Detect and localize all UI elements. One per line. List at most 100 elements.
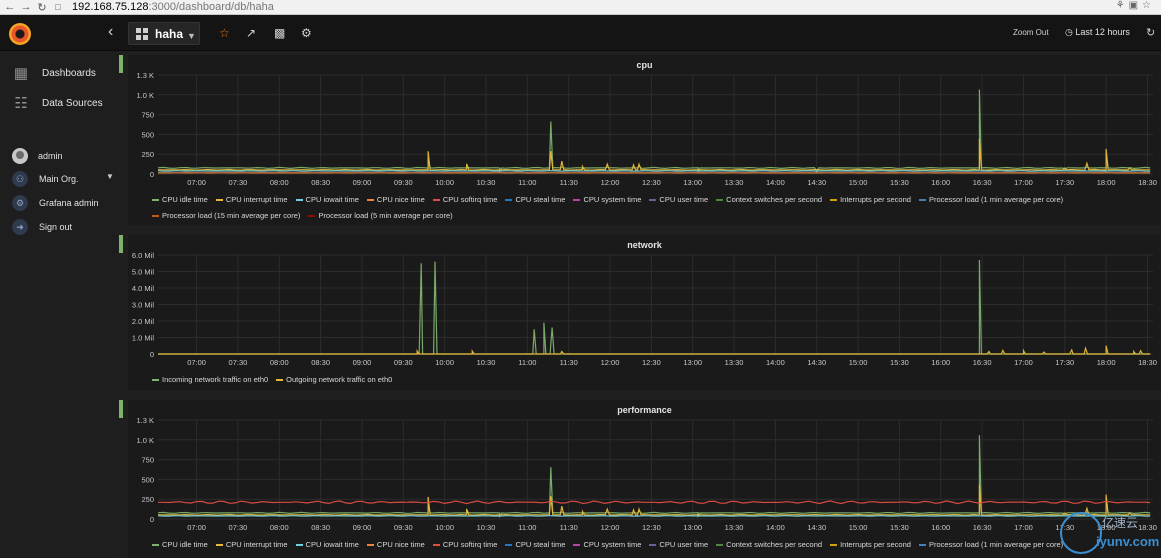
x-tick-label: 14:30 — [807, 523, 826, 532]
legend-item[interactable]: CPU iowait time — [295, 537, 359, 553]
legend-item[interactable]: CPU softirq time — [432, 537, 497, 553]
bookmark-star-icon[interactable]: ☆ — [1142, 0, 1155, 11]
legend-swatch — [366, 543, 374, 546]
legend-item[interactable]: CPU user time — [649, 537, 708, 553]
graph-panel-cpu[interactable]: cpu 0 250 500 750 1.0 K 1.3 K 07:00 07:30 08:00 0… — [128, 55, 1161, 225]
url-field[interactable]: 192.168.75.128:3000/dashboard/db/haha — [72, 1, 274, 13]
star-icon[interactable]: ☆ — [219, 26, 230, 40]
x-tick-label: 08:30 — [311, 358, 330, 367]
sidebar: ▦ Dashboards ☷ Data Sources admin ⚇ Main… — [0, 51, 119, 558]
legend-label: CPU system time — [583, 540, 642, 549]
legend-swatch — [366, 198, 374, 201]
caret-down-icon: ▼ — [187, 30, 196, 41]
x-tick-label: 10:00 — [435, 523, 454, 532]
legend-swatch — [505, 543, 513, 546]
y-tick-label: 1.0 Mil — [132, 334, 154, 343]
x-tick-label: 08:30 — [311, 178, 330, 187]
legend-label: CPU interrupt time — [225, 540, 288, 549]
x-tick-label: 09:00 — [353, 358, 372, 367]
gear-icon[interactable]: ⚙ — [301, 26, 312, 40]
y-tick-label: 4.0 Mil — [132, 284, 154, 293]
legend-item[interactable]: Processor load (15 min average per core) — [152, 208, 300, 224]
legend-item[interactable]: Interrupts per second — [830, 537, 911, 553]
performance-graph[interactable]: 0 250 500 750 1.0 K 1.3 K 07:00 07:30 08:00 08:30… — [128, 400, 1161, 535]
legend-swatch — [918, 198, 926, 201]
cpu-graph[interactable]: 0 250 500 750 1.0 K 1.3 K 07:00 07:30 08:00 08:30… — [128, 55, 1161, 190]
sidebar-item-grafana-admin[interactable]: ⚙ Grafana admin — [0, 195, 119, 211]
sidebar-item-data-sources[interactable]: ☷ Data Sources — [0, 93, 119, 113]
y-tick-label: 750 — [141, 456, 154, 465]
forward-arrow-icon[interactable]: → — [20, 1, 32, 13]
row-collapse-handle[interactable] — [119, 55, 123, 73]
legend-label: CPU nice time — [376, 540, 425, 549]
reload-icon[interactable]: ↻ — [36, 1, 48, 14]
x-tick-label: 12:30 — [642, 178, 661, 187]
row-collapse-handle[interactable] — [119, 400, 123, 418]
x-tick-label: 07:00 — [187, 178, 206, 187]
legend-item[interactable]: Processor load (1 min average per core) — [918, 537, 1063, 553]
x-tick-label: 12:30 — [642, 358, 661, 367]
legend-item[interactable]: Incoming network traffic on eth0 — [152, 372, 268, 388]
legend-item[interactable]: Interrupts per second — [830, 192, 911, 208]
key-icon[interactable]: ⚘ — [1116, 0, 1129, 11]
legend-item[interactable]: CPU nice time — [366, 537, 425, 553]
x-tick-label: 11:30 — [560, 523, 578, 532]
save-icon[interactable]: ▩ — [274, 26, 285, 40]
legend-item[interactable]: CPU steal time — [505, 537, 565, 553]
grafana-logo[interactable] — [9, 23, 31, 45]
legend-item[interactable]: Context switches per second — [716, 537, 822, 553]
x-tick-label: 13:00 — [683, 178, 702, 187]
watermark-en: iyunv.com — [1096, 534, 1160, 549]
y-tick-label: 1.0 K — [136, 91, 154, 100]
legend-item[interactable]: CPU system time — [573, 192, 641, 208]
legend-item[interactable]: CPU iowait time — [295, 192, 359, 208]
cog-icon: ⚙ — [12, 195, 28, 211]
zoom-out-button[interactable]: Zoom Out — [1013, 28, 1049, 37]
graph-panel-performance[interactable]: performance 0 250 500 750 1.0 K 1.3 K 07:00 07:… — [128, 400, 1161, 558]
sidebar-item-org[interactable]: ⚇ Main Org. ▼ — [0, 171, 119, 187]
legend-label: Outgoing network traffic on eth0 — [286, 375, 393, 384]
y-tick-label: 0 — [150, 170, 154, 179]
browser-actions[interactable]: ⚘▣☆ — [1116, 0, 1155, 11]
sign-out-icon: ➜ — [12, 219, 28, 235]
legend-label: CPU interrupt time — [225, 195, 288, 204]
legend-item[interactable]: CPU user time — [649, 192, 708, 208]
legend-item[interactable]: Processor load (1 min average per core) — [918, 192, 1063, 208]
legend-item[interactable]: CPU steal time — [505, 192, 565, 208]
legend-swatch — [716, 543, 724, 546]
x-tick-label: 17:00 — [1014, 523, 1033, 532]
legend-label: CPU nice time — [376, 195, 425, 204]
legend-item[interactable]: CPU softirq time — [432, 192, 497, 208]
watermark-logo: 亿速云 iyunv.com — [1058, 510, 1160, 556]
x-tick-label: 08:00 — [270, 178, 289, 187]
time-range-label: Last 12 hours — [1075, 27, 1130, 37]
graph-panel-network[interactable]: network 0 1.0 Mil 2.0 Mil 3.0 Mil 4.0 Mil 5.0… — [128, 235, 1161, 390]
back-arrow-icon[interactable]: ← — [4, 1, 16, 13]
sidebar-item-sign-out[interactable]: ➜ Sign out — [0, 219, 119, 235]
network-graph[interactable]: 0 1.0 Mil 2.0 Mil 3.0 Mil 4.0 Mil 5.0 Mil 6.0 … — [128, 235, 1161, 370]
legend-item[interactable]: CPU idle time — [152, 192, 208, 208]
legend-item[interactable]: CPU idle time — [152, 537, 208, 553]
time-range-picker[interactable]: ◷ Last 12 hours — [1065, 27, 1130, 38]
legend-item[interactable]: Outgoing network traffic on eth0 — [276, 372, 392, 388]
legend-item[interactable]: CPU interrupt time — [215, 192, 288, 208]
share-icon[interactable]: ↗ — [246, 26, 256, 40]
y-tick-label: 5.0 Mil — [132, 268, 154, 277]
dashboard-picker[interactable]: haha ▼ — [128, 22, 200, 45]
sidebar-item-user[interactable]: admin — [0, 146, 119, 166]
legend-item[interactable]: CPU system time — [573, 537, 641, 553]
translate-icon[interactable]: ▣ — [1129, 0, 1142, 11]
legend-swatch — [505, 198, 513, 201]
legend-label: CPU iowait time — [305, 195, 359, 204]
legend-item[interactable]: Processor load (5 min average per core) — [308, 208, 453, 224]
refresh-icon[interactable]: ↻ — [1146, 26, 1155, 39]
row-collapse-handle[interactable] — [119, 235, 123, 253]
sidebar-item-dashboards[interactable]: ▦ Dashboards — [0, 63, 119, 83]
legend-item[interactable]: CPU interrupt time — [215, 537, 288, 553]
x-tick-label: 15:30 — [890, 178, 909, 187]
series-line — [158, 138, 1151, 173]
legend-item[interactable]: Context switches per second — [716, 192, 822, 208]
legend-item[interactable]: CPU nice time — [366, 192, 425, 208]
legend-label: CPU user time — [659, 540, 709, 549]
chevron-left-icon[interactable]: ‹ — [108, 23, 113, 41]
